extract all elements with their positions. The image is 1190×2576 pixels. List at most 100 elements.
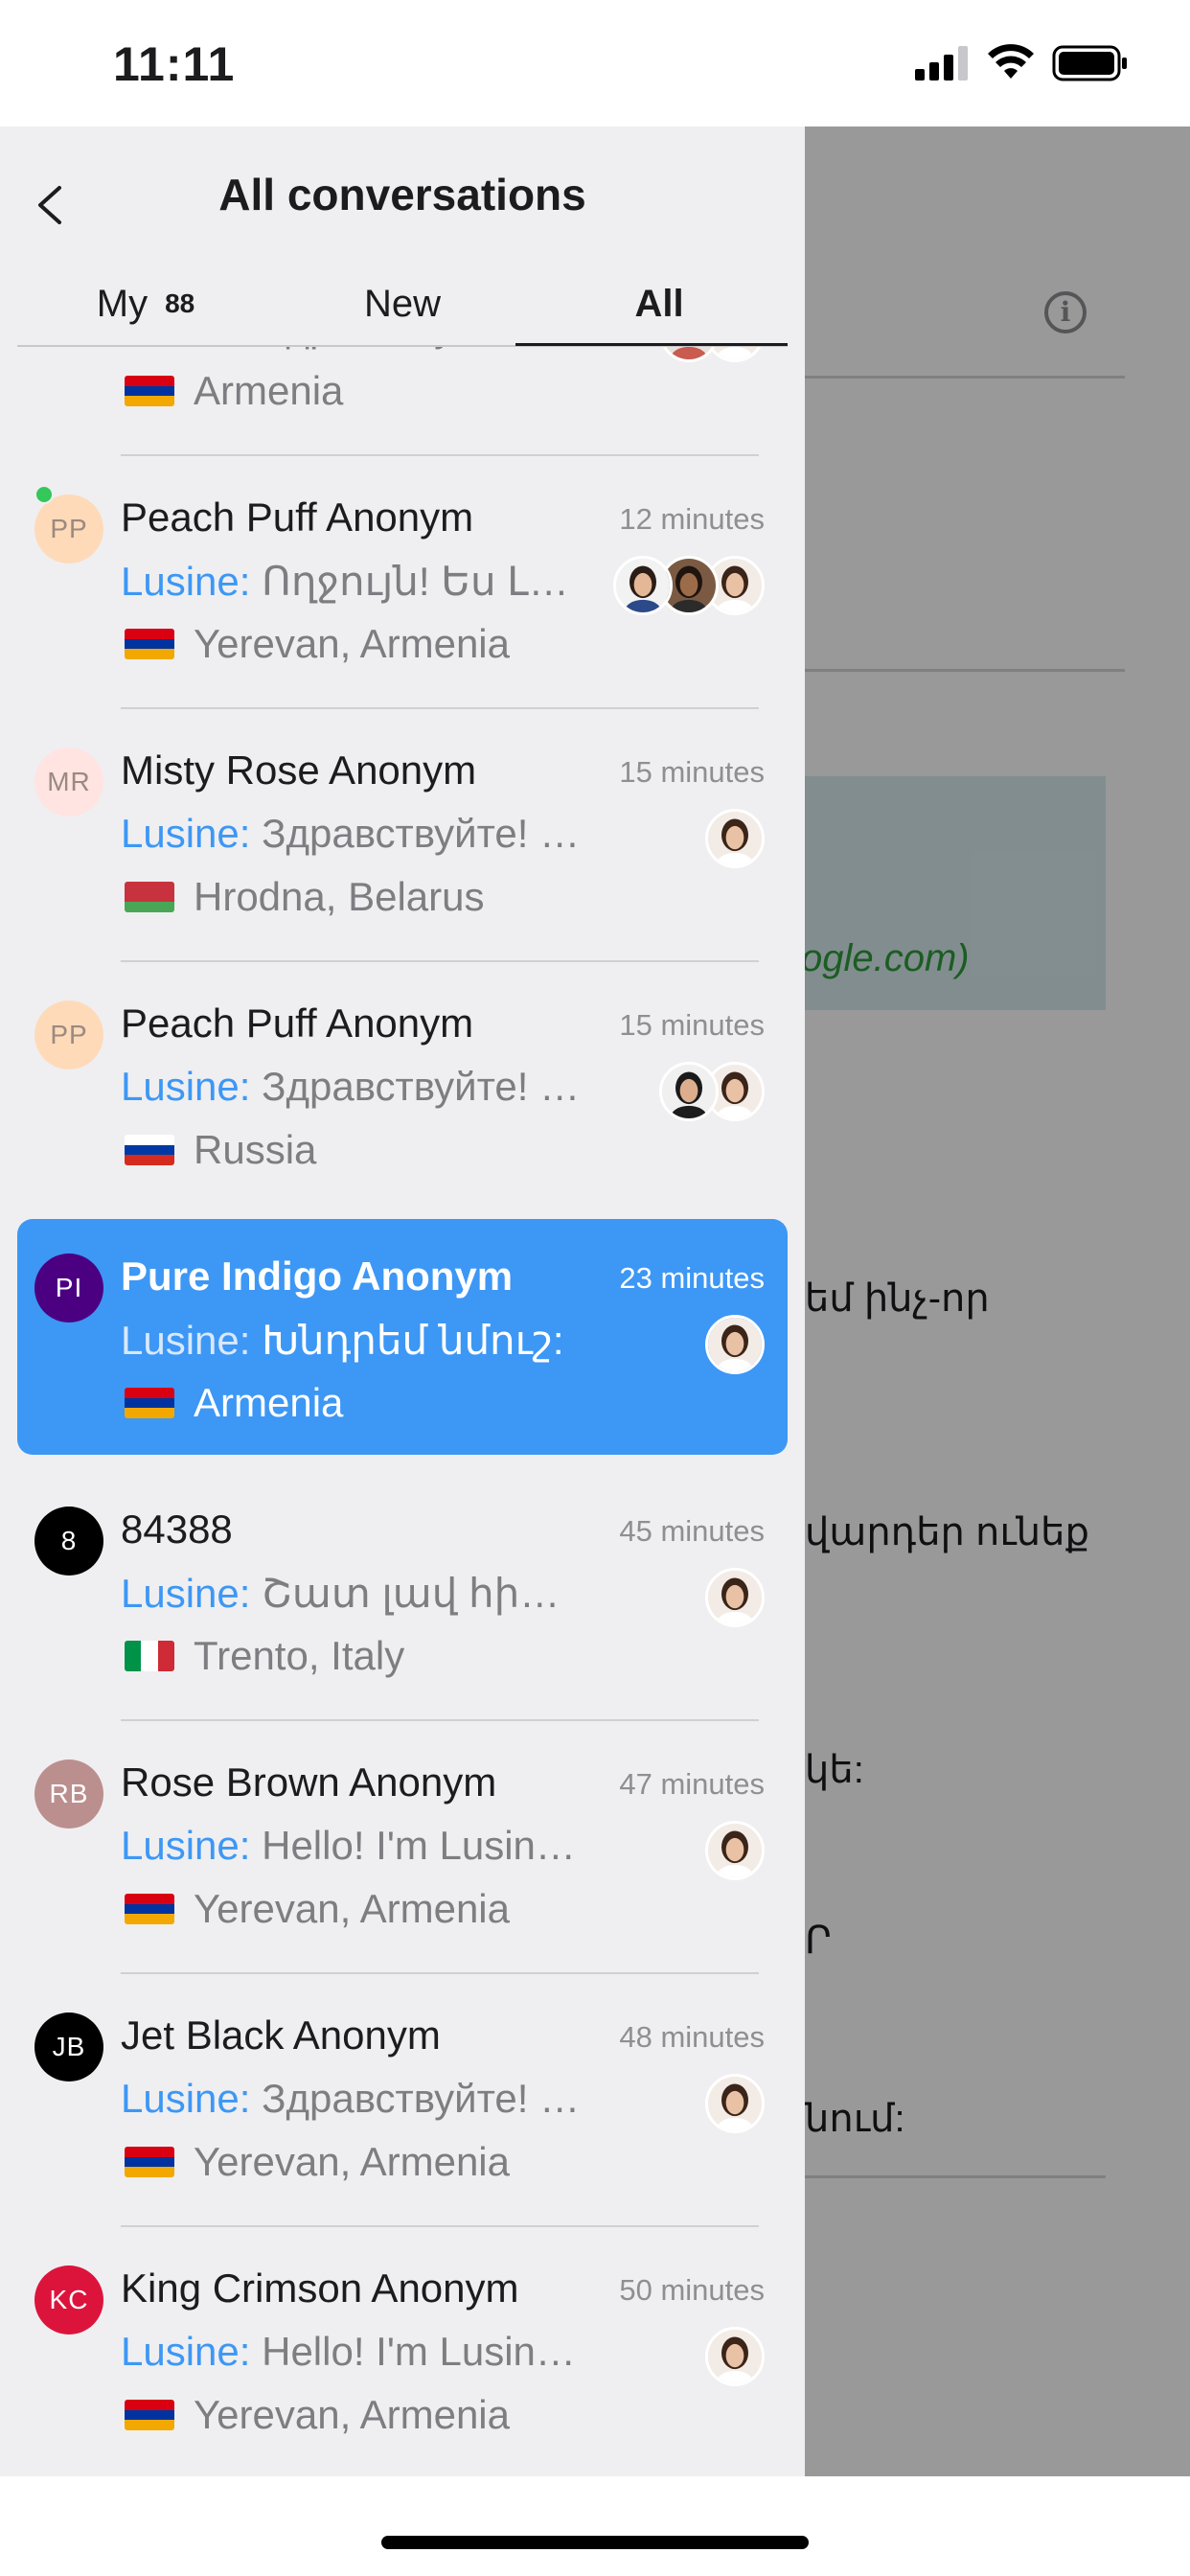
message-sender: Lusine: bbox=[121, 1571, 251, 1616]
conversation-row[interactable]: PP Peach Puff Anonym 12 minutes Lusine: Ողջ… bbox=[17, 460, 788, 709]
message-text: Hello! I'm Lusine, ca... bbox=[262, 1823, 581, 1868]
avatar: JB bbox=[34, 2012, 103, 2082]
avatar: PI bbox=[34, 1254, 103, 1322]
message-sender: Lusine: bbox=[121, 811, 251, 856]
avatar: RB bbox=[34, 1760, 103, 1828]
last-message-time: 15 minutes bbox=[619, 755, 765, 789]
location-text: Yerevan, Armenia bbox=[194, 2139, 510, 2184]
visitor-name: Rose Brown Anonym bbox=[121, 1760, 497, 1805]
cellular-signal-icon bbox=[915, 46, 968, 80]
agent-avatar bbox=[705, 1315, 765, 1374]
online-status-dot bbox=[34, 485, 54, 504]
last-message-time: 47 minutes bbox=[619, 1767, 765, 1801]
last-message-time: 15 minutes bbox=[619, 1008, 765, 1042]
message-text: Խնդրեմ նմուշ: bbox=[262, 1318, 564, 1363]
agent-man-icon bbox=[616, 559, 670, 612]
message-text: Здравствуйте! Я Лу... bbox=[262, 2076, 581, 2121]
conversation-row[interactable]: PP Peach Puff Anonym 15 minutes Lusine: Здр… bbox=[17, 966, 788, 1202]
message-text: Շատ լավ հիմա կա... bbox=[262, 1571, 581, 1616]
last-message-time: 50 minutes bbox=[619, 2273, 765, 2307]
row-divider bbox=[121, 454, 759, 456]
conversation-row[interactable]: KC King Crimson Anonym 50 minutes Lusine: H… bbox=[17, 2231, 788, 2467]
home-indicator[interactable] bbox=[381, 2536, 809, 2549]
visitor-location: Yerevan, Armenia bbox=[125, 1886, 510, 1932]
conversation-row[interactable]: JB Jet Black Anonym 48 minutes Lusine: Здра… bbox=[17, 1978, 788, 2227]
dim-overlay[interactable] bbox=[805, 126, 1190, 2476]
visitor-name: Jet Black Anonym bbox=[121, 2012, 441, 2058]
visitor-name: 84388 bbox=[121, 1506, 233, 1552]
assigned-agents bbox=[705, 1315, 765, 1374]
flag-armenia-icon bbox=[125, 629, 174, 659]
drawer-header: All conversations My 88 New All bbox=[0, 126, 805, 347]
assigned-agents bbox=[705, 2074, 765, 2133]
location-text: Armenia bbox=[194, 368, 344, 413]
conversation-list[interactable]: Lusine: Здравствуйте! Я ... Armenia PP Peac… bbox=[0, 347, 805, 2476]
avatar: 8 bbox=[34, 1506, 103, 1576]
row-divider bbox=[121, 2225, 759, 2227]
message-sender: Lusine: bbox=[121, 2329, 251, 2374]
location-text: Yerevan, Armenia bbox=[194, 621, 510, 666]
last-message-preview: Lusine: Здравствуйте! Я ... bbox=[121, 347, 581, 351]
tab-label: All bbox=[634, 283, 684, 325]
message-sender: Lusine: bbox=[121, 1318, 251, 1363]
last-message-preview: Lusine: Hello! I'm Lusine, ca... bbox=[121, 2329, 581, 2375]
tab-new[interactable]: New bbox=[274, 261, 531, 347]
agent-woman-icon bbox=[708, 1571, 762, 1624]
status-time: 11:11 bbox=[113, 37, 236, 91]
flag-italy-icon bbox=[125, 1641, 174, 1671]
last-message-preview: Lusine: Խնդրեմ նմուշ: bbox=[121, 1317, 581, 1364]
agent-woman-icon bbox=[708, 812, 762, 865]
agent-woman-smiling-icon bbox=[662, 347, 716, 359]
agent-woman-icon bbox=[708, 347, 762, 359]
assigned-agents bbox=[659, 1062, 765, 1121]
flag-armenia-icon bbox=[125, 1894, 174, 1924]
tab-bar: My 88 New All bbox=[17, 261, 788, 347]
location-text: Hrodna, Belarus bbox=[194, 874, 485, 919]
conversation-row[interactable]: MR Misty Rose Anonym 15 minutes Lusine: Здр… bbox=[17, 713, 788, 962]
agent-woman-icon bbox=[708, 2330, 762, 2383]
conversation-row[interactable]: Lusine: Здравствуйте! Я ... Armenia bbox=[17, 347, 788, 456]
row-divider bbox=[121, 960, 759, 962]
agent-avatar bbox=[705, 809, 765, 868]
assigned-agents bbox=[613, 556, 765, 615]
agent-avatar bbox=[705, 2327, 765, 2386]
visitor-name: King Crimson Anonym bbox=[121, 2266, 519, 2311]
message-sender: Lusine: bbox=[121, 347, 250, 350]
row-divider bbox=[121, 707, 759, 709]
flag-armenia-icon bbox=[125, 2400, 174, 2430]
location-text: Trento, Italy bbox=[194, 1633, 405, 1678]
agent-avatar bbox=[613, 556, 673, 615]
flag-armenia-icon bbox=[125, 2147, 174, 2177]
message-text: Здравствуйте! Я ... bbox=[262, 1064, 581, 1109]
conversation-row-selected[interactable]: PI Pure Indigo Anonym 23 minutes Lusine: Խն… bbox=[17, 1219, 788, 1455]
conversation-row[interactable]: 8 84388 45 minutes Lusine: Շատ լավ հիմա կա.… bbox=[17, 1472, 788, 1721]
agent-avatar bbox=[705, 1568, 765, 1627]
message-sender: Lusine: bbox=[121, 1064, 251, 1109]
conversation-row[interactable]: RB Rose Brown Anonym 47 minutes Lusine: Hel… bbox=[17, 1725, 788, 1974]
location-text: Armenia bbox=[194, 1380, 344, 1425]
visitor-location: Yerevan, Armenia bbox=[125, 621, 510, 667]
active-tab-indicator bbox=[515, 343, 788, 346]
last-message-preview: Lusine: Շատ լավ հիմա կա... bbox=[121, 1570, 581, 1617]
visitor-name: Peach Puff Anonym bbox=[121, 494, 474, 540]
tab-label: My bbox=[96, 283, 149, 325]
visitor-location: Yerevan, Armenia bbox=[125, 2392, 510, 2438]
flag-armenia-icon bbox=[125, 1388, 174, 1418]
last-message-time: 48 minutes bbox=[619, 2020, 765, 2054]
assigned-agents bbox=[705, 1568, 765, 1627]
tab-my[interactable]: My 88 bbox=[17, 261, 274, 347]
assigned-agents bbox=[705, 2327, 765, 2386]
row-divider bbox=[121, 1719, 759, 1721]
last-message-time: 23 minutes bbox=[619, 1261, 765, 1295]
status-bar: 11:11 bbox=[0, 0, 1190, 126]
avatar: PP bbox=[34, 1000, 103, 1070]
tab-all[interactable]: All bbox=[531, 261, 788, 347]
last-message-time: 12 minutes bbox=[619, 502, 765, 536]
location-text: Yerevan, Armenia bbox=[194, 1886, 510, 1931]
last-message-preview: Lusine: Hello! I'm Lusine, ca... bbox=[121, 1823, 581, 1869]
agent-woman-icon bbox=[708, 1318, 762, 1371]
message-text: Ողջույն! Ես Լու... bbox=[262, 559, 581, 604]
message-text: Здравствуйте! Я Лу... bbox=[262, 811, 581, 856]
visitor-location: Trento, Italy bbox=[125, 1633, 404, 1679]
avatar: PP bbox=[34, 494, 103, 564]
